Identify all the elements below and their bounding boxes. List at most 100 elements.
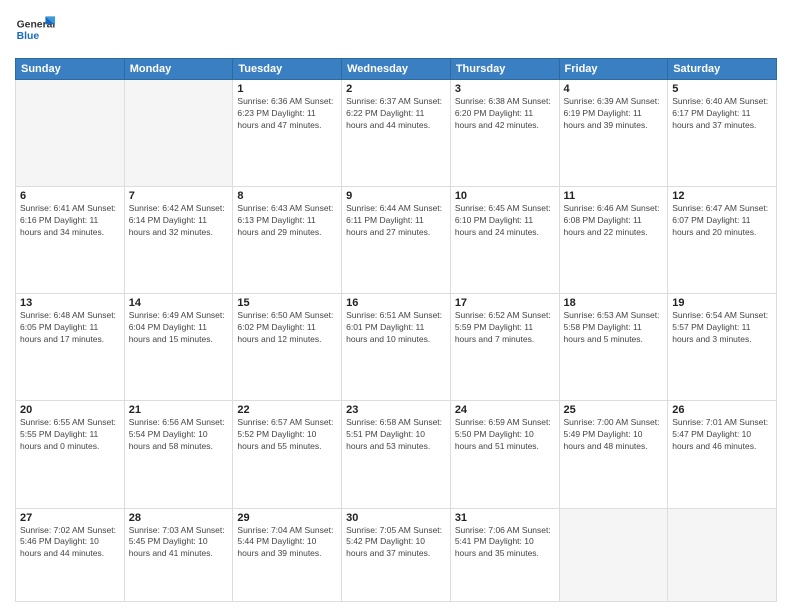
day-info: Sunrise: 7:01 AM Sunset: 5:47 PM Dayligh… [672, 417, 772, 453]
day-info: Sunrise: 6:46 AM Sunset: 6:08 PM Dayligh… [564, 203, 664, 239]
day-info: Sunrise: 6:37 AM Sunset: 6:22 PM Dayligh… [346, 96, 446, 132]
calendar-cell: 3Sunrise: 6:38 AM Sunset: 6:20 PM Daylig… [450, 80, 559, 187]
calendar-cell: 10Sunrise: 6:45 AM Sunset: 6:10 PM Dayli… [450, 187, 559, 294]
calendar-header-row: Sunday Monday Tuesday Wednesday Thursday… [16, 59, 777, 80]
col-wednesday: Wednesday [342, 59, 451, 80]
day-info: Sunrise: 6:45 AM Sunset: 6:10 PM Dayligh… [455, 203, 555, 239]
day-info: Sunrise: 6:38 AM Sunset: 6:20 PM Dayligh… [455, 96, 555, 132]
day-number: 12 [672, 190, 772, 202]
day-number: 7 [129, 190, 229, 202]
day-info: Sunrise: 7:00 AM Sunset: 5:49 PM Dayligh… [564, 417, 664, 453]
calendar-cell: 30Sunrise: 7:05 AM Sunset: 5:42 PM Dayli… [342, 508, 451, 601]
calendar-cell: 26Sunrise: 7:01 AM Sunset: 5:47 PM Dayli… [668, 401, 777, 508]
day-info: Sunrise: 6:58 AM Sunset: 5:51 PM Dayligh… [346, 417, 446, 453]
day-number: 21 [129, 404, 229, 416]
day-info: Sunrise: 6:56 AM Sunset: 5:54 PM Dayligh… [129, 417, 229, 453]
day-number: 15 [237, 297, 337, 309]
day-number: 28 [129, 512, 229, 524]
day-number: 1 [237, 83, 337, 95]
calendar-cell: 5Sunrise: 6:40 AM Sunset: 6:17 PM Daylig… [668, 80, 777, 187]
day-info: Sunrise: 6:49 AM Sunset: 6:04 PM Dayligh… [129, 310, 229, 346]
calendar-table: Sunday Monday Tuesday Wednesday Thursday… [15, 58, 777, 602]
calendar-cell: 14Sunrise: 6:49 AM Sunset: 6:04 PM Dayli… [124, 294, 233, 401]
day-info: Sunrise: 6:48 AM Sunset: 6:05 PM Dayligh… [20, 310, 120, 346]
calendar-cell: 8Sunrise: 6:43 AM Sunset: 6:13 PM Daylig… [233, 187, 342, 294]
calendar-cell: 19Sunrise: 6:54 AM Sunset: 5:57 PM Dayli… [668, 294, 777, 401]
day-number: 11 [564, 190, 664, 202]
day-info: Sunrise: 7:04 AM Sunset: 5:44 PM Dayligh… [237, 525, 337, 561]
day-info: Sunrise: 7:02 AM Sunset: 5:46 PM Dayligh… [20, 525, 120, 561]
day-info: Sunrise: 6:39 AM Sunset: 6:19 PM Dayligh… [564, 96, 664, 132]
day-number: 13 [20, 297, 120, 309]
day-number: 24 [455, 404, 555, 416]
col-sunday: Sunday [16, 59, 125, 80]
day-number: 19 [672, 297, 772, 309]
calendar-cell: 15Sunrise: 6:50 AM Sunset: 6:02 PM Dayli… [233, 294, 342, 401]
day-number: 31 [455, 512, 555, 524]
col-saturday: Saturday [668, 59, 777, 80]
calendar-cell [16, 80, 125, 187]
day-info: Sunrise: 6:55 AM Sunset: 5:55 PM Dayligh… [20, 417, 120, 453]
calendar-cell: 31Sunrise: 7:06 AM Sunset: 5:41 PM Dayli… [450, 508, 559, 601]
calendar-cell [668, 508, 777, 601]
calendar-cell [124, 80, 233, 187]
day-number: 20 [20, 404, 120, 416]
day-info: Sunrise: 6:36 AM Sunset: 6:23 PM Dayligh… [237, 96, 337, 132]
day-number: 18 [564, 297, 664, 309]
day-number: 27 [20, 512, 120, 524]
col-monday: Monday [124, 59, 233, 80]
svg-text:Blue: Blue [17, 31, 40, 42]
calendar-cell: 17Sunrise: 6:52 AM Sunset: 5:59 PM Dayli… [450, 294, 559, 401]
calendar-cell: 4Sunrise: 6:39 AM Sunset: 6:19 PM Daylig… [559, 80, 668, 187]
calendar-cell: 2Sunrise: 6:37 AM Sunset: 6:22 PM Daylig… [342, 80, 451, 187]
logo: General Blue [15, 10, 59, 50]
day-info: Sunrise: 6:53 AM Sunset: 5:58 PM Dayligh… [564, 310, 664, 346]
calendar-cell: 25Sunrise: 7:00 AM Sunset: 5:49 PM Dayli… [559, 401, 668, 508]
day-info: Sunrise: 6:47 AM Sunset: 6:07 PM Dayligh… [672, 203, 772, 239]
calendar-cell: 11Sunrise: 6:46 AM Sunset: 6:08 PM Dayli… [559, 187, 668, 294]
calendar-cell: 7Sunrise: 6:42 AM Sunset: 6:14 PM Daylig… [124, 187, 233, 294]
logo-icon: General Blue [15, 10, 55, 50]
calendar-cell: 28Sunrise: 7:03 AM Sunset: 5:45 PM Dayli… [124, 508, 233, 601]
day-info: Sunrise: 6:42 AM Sunset: 6:14 PM Dayligh… [129, 203, 229, 239]
day-number: 4 [564, 83, 664, 95]
calendar-cell: 29Sunrise: 7:04 AM Sunset: 5:44 PM Dayli… [233, 508, 342, 601]
calendar-cell: 16Sunrise: 6:51 AM Sunset: 6:01 PM Dayli… [342, 294, 451, 401]
calendar-cell: 22Sunrise: 6:57 AM Sunset: 5:52 PM Dayli… [233, 401, 342, 508]
header: General Blue [15, 10, 777, 50]
calendar-cell: 1Sunrise: 6:36 AM Sunset: 6:23 PM Daylig… [233, 80, 342, 187]
page: General Blue Sunday Monday Tuesday Wedne… [0, 0, 792, 612]
day-number: 16 [346, 297, 446, 309]
calendar-cell [559, 508, 668, 601]
day-number: 3 [455, 83, 555, 95]
day-number: 14 [129, 297, 229, 309]
calendar-cell: 12Sunrise: 6:47 AM Sunset: 6:07 PM Dayli… [668, 187, 777, 294]
day-info: Sunrise: 6:52 AM Sunset: 5:59 PM Dayligh… [455, 310, 555, 346]
calendar-cell: 18Sunrise: 6:53 AM Sunset: 5:58 PM Dayli… [559, 294, 668, 401]
day-number: 6 [20, 190, 120, 202]
day-number: 2 [346, 83, 446, 95]
day-info: Sunrise: 6:57 AM Sunset: 5:52 PM Dayligh… [237, 417, 337, 453]
day-info: Sunrise: 7:06 AM Sunset: 5:41 PM Dayligh… [455, 525, 555, 561]
day-info: Sunrise: 6:43 AM Sunset: 6:13 PM Dayligh… [237, 203, 337, 239]
day-number: 8 [237, 190, 337, 202]
day-info: Sunrise: 7:05 AM Sunset: 5:42 PM Dayligh… [346, 525, 446, 561]
day-info: Sunrise: 6:50 AM Sunset: 6:02 PM Dayligh… [237, 310, 337, 346]
day-info: Sunrise: 6:44 AM Sunset: 6:11 PM Dayligh… [346, 203, 446, 239]
calendar-cell: 21Sunrise: 6:56 AM Sunset: 5:54 PM Dayli… [124, 401, 233, 508]
day-info: Sunrise: 6:51 AM Sunset: 6:01 PM Dayligh… [346, 310, 446, 346]
day-number: 10 [455, 190, 555, 202]
calendar-cell: 23Sunrise: 6:58 AM Sunset: 5:51 PM Dayli… [342, 401, 451, 508]
calendar-cell: 6Sunrise: 6:41 AM Sunset: 6:16 PM Daylig… [16, 187, 125, 294]
day-number: 25 [564, 404, 664, 416]
calendar-cell: 9Sunrise: 6:44 AM Sunset: 6:11 PM Daylig… [342, 187, 451, 294]
calendar-cell: 13Sunrise: 6:48 AM Sunset: 6:05 PM Dayli… [16, 294, 125, 401]
day-info: Sunrise: 6:40 AM Sunset: 6:17 PM Dayligh… [672, 96, 772, 132]
day-number: 5 [672, 83, 772, 95]
calendar-cell: 27Sunrise: 7:02 AM Sunset: 5:46 PM Dayli… [16, 508, 125, 601]
day-info: Sunrise: 6:41 AM Sunset: 6:16 PM Dayligh… [20, 203, 120, 239]
calendar-cell: 24Sunrise: 6:59 AM Sunset: 5:50 PM Dayli… [450, 401, 559, 508]
day-number: 22 [237, 404, 337, 416]
col-friday: Friday [559, 59, 668, 80]
calendar-cell: 20Sunrise: 6:55 AM Sunset: 5:55 PM Dayli… [16, 401, 125, 508]
